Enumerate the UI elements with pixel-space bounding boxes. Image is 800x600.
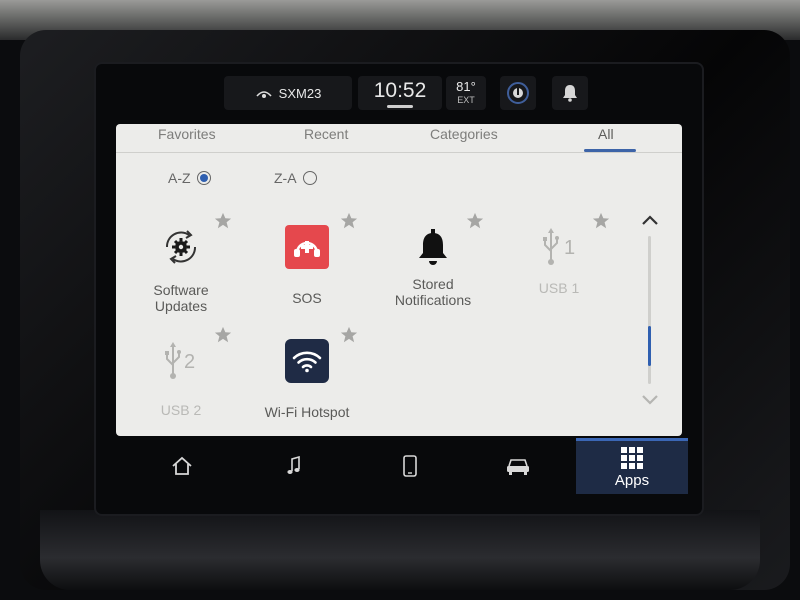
nav-media-button[interactable] [264,438,324,494]
phone-icon [403,455,417,477]
nav-apps-label: Apps [614,471,650,489]
driver-profile-button[interactable] [500,76,536,110]
tab-recent[interactable]: Recent [304,126,348,142]
favorite-star-icon[interactable] [214,326,232,344]
wifi-icon [284,338,330,384]
infotainment-screen: SXM23 10:52 81° EXT Favorites Recent Cat… [96,64,702,514]
notifications-button[interactable] [552,76,588,110]
scrollbar-thumb[interactable] [648,326,651,366]
home-icon [172,456,192,475]
clock-underline [387,104,413,108]
outside-temperature: 81° EXT [446,76,486,110]
usb-1-icon: 1 [536,224,582,270]
nav-apps-button[interactable]: Apps [576,438,688,494]
sos-icon [284,224,330,270]
radio-source-button[interactable]: SXM23 [224,76,352,110]
temperature-value: 81° [456,79,476,95]
favorite-star-icon[interactable] [466,212,484,230]
sort-az-radio[interactable] [196,171,211,185]
favorite-star-icon[interactable] [340,326,358,344]
svg-text:2: 2 [184,351,195,373]
radio-station-label: SXM23 [278,85,322,101]
tab-favorites[interactable]: Favorites [158,126,216,142]
bell-icon [410,224,456,270]
nav-home-button[interactable] [152,438,212,494]
favorite-star-icon[interactable] [592,212,610,230]
sort-az-option[interactable]: A-Z [168,170,211,186]
driver-profile-icon [507,82,529,104]
status-bar: SXM23 10:52 81° EXT [96,64,702,124]
usb-2-icon: 2 [158,338,204,384]
bottom-navigation: Apps [116,438,688,494]
apps-panel: Favorites Recent Categories All A-Z Z-A [116,124,682,436]
sort-za-label: Z-A [274,170,297,186]
favorite-star-icon[interactable] [214,212,232,230]
nav-vehicle-button[interactable] [488,438,548,494]
app-label: USB 1 [538,280,580,296]
sort-za-option[interactable]: Z-A [274,170,317,186]
nav-phone-button[interactable] [380,438,440,494]
app-label: Wi-Fi Hotspot [264,404,350,420]
sort-za-radio[interactable] [302,171,317,185]
tab-selected-indicator [584,149,636,152]
favorite-star-icon[interactable] [340,212,358,230]
bell-icon [563,85,577,102]
app-tabs: Favorites Recent Categories All [116,124,682,153]
car-icon [507,459,529,475]
sort-az-label: A-Z [168,170,191,186]
scroll-down-chevron-icon[interactable] [640,392,660,408]
satellite-radio-icon [256,91,272,98]
apps-grid-icon [621,446,643,469]
app-label: SOS [292,290,322,306]
app-label: Stored Notifications [394,276,472,308]
tab-all[interactable]: All [598,126,614,142]
temperature-source-label: EXT [457,95,475,106]
app-label: Software Updates [153,282,209,314]
music-note-icon [287,456,300,474]
scroll-up-chevron-icon[interactable] [640,212,660,228]
software-update-icon [158,224,204,270]
bezel-lower-trim [40,510,760,590]
tab-categories[interactable]: Categories [430,126,498,142]
clock-time: 10:52 [373,78,427,102]
clock-button[interactable]: 10:52 [358,76,442,110]
app-label: USB 2 [160,402,202,418]
svg-text:1: 1 [564,237,575,259]
